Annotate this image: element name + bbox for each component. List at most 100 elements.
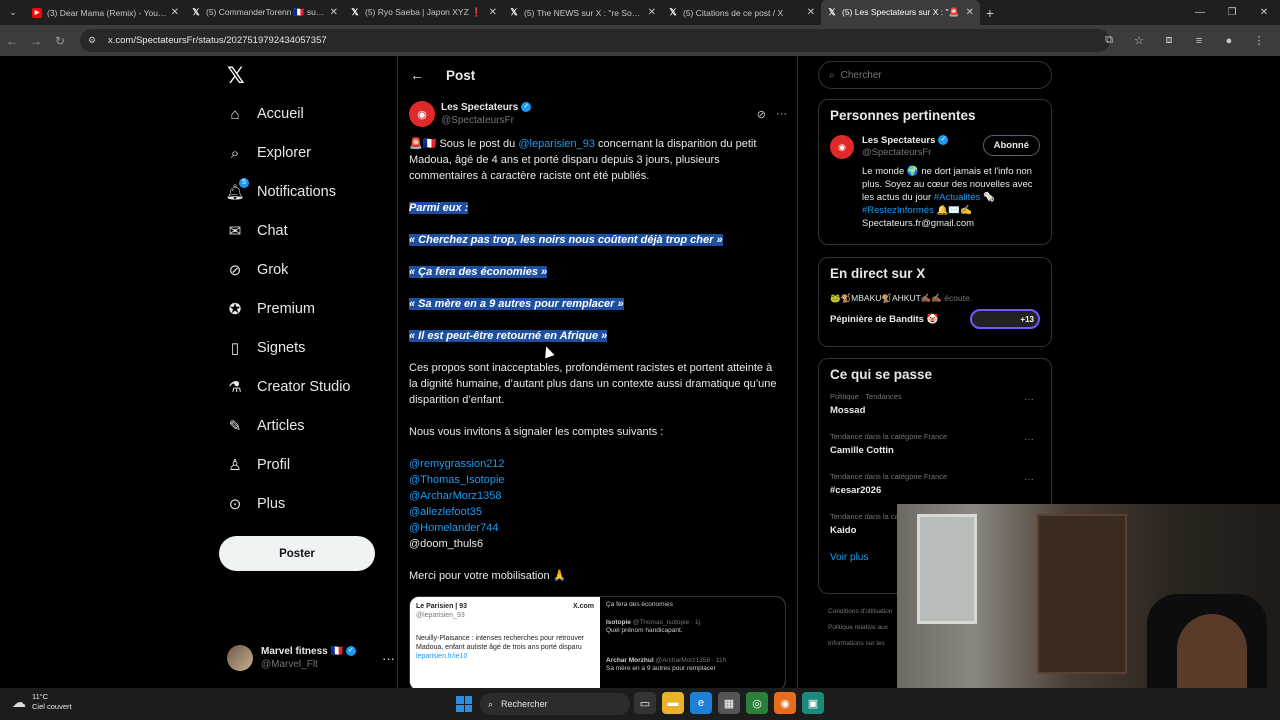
account-link[interactable]: @remygrassion212 [409, 456, 781, 472]
nav-item-premium[interactable]: ✪ Premium [225, 294, 315, 324]
nav-item-chat[interactable]: ✉ Chat [225, 216, 288, 246]
back-arrow-icon[interactable]: ← [410, 67, 424, 83]
embed-name: Archar Morzhul [606, 657, 654, 664]
x-logo-icon[interactable]: 𝕏 [227, 64, 251, 89]
new-tab-button[interactable]: + [980, 5, 1000, 21]
embed-link: leparisien.fr/ie10 [416, 653, 468, 660]
author-handle[interactable]: @SpectateursFr [441, 114, 531, 127]
post-button[interactable]: Poster [219, 536, 375, 571]
premium-icon: ✪ [228, 301, 242, 318]
trend-item[interactable]: Politique · Tendances Mossad ··· [830, 392, 1040, 422]
close-tab-icon[interactable]: ✕ [330, 7, 338, 18]
task-view-icon[interactable]: ▭ [634, 692, 656, 714]
browser-tab[interactable]: 𝕏 (5) Citations de ce post / X ✕ [662, 0, 821, 25]
nav-item-accueil[interactable]: ⌂ Accueil [225, 99, 303, 129]
selected-line: « Sa mère en a 9 autres pour remplacer » [409, 296, 781, 312]
account-link[interactable]: @Thomas_Isotopie [409, 472, 781, 488]
account-link[interactable]: @Homelander744 [409, 520, 781, 536]
x-icon: 𝕏 [669, 7, 677, 17]
account-link[interactable]: @allezlefoot35 [409, 504, 781, 520]
hashtag-link[interactable]: #RestezInformés [862, 205, 934, 216]
trend-item[interactable]: Tendance dans la catégorie France Camille… [830, 432, 1040, 462]
close-tab-icon[interactable]: ✕ [648, 7, 656, 18]
close-tab-icon[interactable]: ✕ [807, 7, 815, 18]
follow-button[interactable]: Abonné [982, 135, 1040, 156]
x-icon: 𝕏 [510, 7, 518, 17]
nav-item-grok[interactable]: ⊘ Grok [225, 255, 289, 285]
person-name[interactable]: Les Spectateurs [862, 135, 935, 146]
more-dots-icon[interactable]: ··· [1024, 434, 1034, 445]
profile-icon[interactable]: ● [1214, 35, 1244, 47]
search-input[interactable]: ⌕ Chercher [818, 61, 1052, 89]
nav-item-creator-studio[interactable]: ⚗ Creator Studio [225, 372, 350, 402]
url-text: x.com/SpectateursFr/status/2027519792434… [108, 35, 327, 46]
browser-tab[interactable]: ▶ (3) Dear Mama (Remix) - YouTube ✕ [26, 0, 185, 25]
app-icon[interactable]: ▣ [802, 692, 824, 714]
browser-tab-active[interactable]: 𝕏 (5) Les Spectateurs sur X : "🚨 ✕ [821, 0, 980, 25]
more-dots-icon[interactable]: ··· [776, 108, 787, 121]
embed-text: Sa mère en a 9 autres pour remplacer [606, 665, 716, 672]
nav-item-explorer[interactable]: ⌕ Explorer [225, 138, 311, 168]
back-icon[interactable]: ← [0, 34, 24, 48]
browser-tab[interactable]: 𝕏 (5) CommanderTorenn 🇫🇷 sur X ✕ [185, 0, 344, 25]
nav-item-profil[interactable]: ♙ Profil [225, 450, 290, 480]
more-dots-icon[interactable]: ··· [1024, 394, 1034, 405]
more-dots-icon[interactable]: ··· [1024, 474, 1034, 485]
more-icon: ⊙ [228, 496, 242, 513]
close-tab-icon[interactable]: ✕ [966, 7, 974, 18]
youtube-icon: ▶ [32, 7, 42, 18]
store-icon[interactable]: ▦ [718, 692, 740, 714]
chrome-icon[interactable]: ◎ [746, 692, 768, 714]
account-link[interactable]: @ArcharMorz1358 [409, 488, 781, 504]
trend-item[interactable]: Tendance dans la catégorie France #cesar2… [830, 472, 1040, 502]
nav-item-plus[interactable]: ⊙ Plus [225, 489, 286, 519]
live-space[interactable]: Pépinière de Bandits 🤡 +13 [830, 309, 1040, 329]
taskbar-search-label: Rechercher [501, 699, 548, 709]
weather-widget[interactable]: ☁ 11°C Ciel couvert [12, 692, 72, 712]
media-icon[interactable]: ≡ [1184, 35, 1214, 47]
address-bar[interactable]: ⚙ x.com/SpectateursFr/status/20275197924… [80, 29, 1110, 52]
nav-item-articles[interactable]: ✎ Articles [225, 411, 305, 441]
hashtag-link[interactable]: #Actualités [934, 192, 980, 203]
mention-link[interactable]: @leparisien_93 [518, 138, 595, 150]
close-tab-icon[interactable]: ✕ [489, 7, 497, 18]
browser-tab[interactable]: 𝕏 (5) Ryo Saeba | Japon XYZ ❗ ✕ [344, 0, 503, 25]
firefox-icon[interactable]: ◉ [774, 692, 796, 714]
person-avatar[interactable]: ◉ [830, 135, 854, 159]
close-tab-icon[interactable]: ✕ [171, 7, 179, 18]
taskbar-search[interactable]: ⌕ Rechercher [480, 693, 630, 715]
file-explorer-icon[interactable]: ▬ [662, 692, 684, 714]
nav-item-signets[interactable]: ▯ Signets [225, 333, 306, 363]
menu-icon[interactable]: ⋮ [1244, 34, 1274, 47]
bell-icon: 🔔︎ 5 [225, 178, 249, 202]
minimize-icon[interactable]: — [1184, 0, 1216, 25]
footer-link[interactable]: Politique relative aux [828, 620, 892, 636]
start-button-icon[interactable] [456, 696, 472, 712]
footer-link[interactable]: Conditions d'utilisation [828, 604, 892, 620]
close-window-icon[interactable]: ✕ [1248, 0, 1280, 25]
install-icon[interactable]: ⧉ [1094, 34, 1124, 47]
bookmark-star-icon[interactable]: ☆ [1124, 34, 1154, 47]
trend-name: Mossad [830, 405, 866, 416]
edge-icon[interactable]: e [690, 692, 712, 714]
extensions-icon[interactable]: ⧈ [1154, 34, 1184, 47]
verified-icon: ✓ [345, 646, 356, 657]
tab-title: (5) Ryo Saeba | Japon XYZ ❗ [365, 7, 482, 17]
nav-item-notifications[interactable]: 🔔︎ 5 Notifications [225, 177, 336, 207]
maximize-icon[interactable]: ❐ [1216, 0, 1248, 25]
site-info-icon[interactable]: ⚙ [88, 35, 100, 46]
grok-icon[interactable]: ⊘ [757, 108, 766, 121]
footer-link[interactable]: Informations sur les [828, 636, 892, 652]
forward-icon[interactable]: → [24, 34, 48, 48]
reload-icon[interactable]: ↻ [48, 34, 72, 48]
author-name[interactable]: Les Spectateurs [441, 102, 518, 113]
author-avatar[interactable]: ◉ [409, 101, 435, 127]
tab-search-icon[interactable]: ⌄ [0, 0, 26, 25]
account-switcher[interactable]: Marvel fitness 🇫🇷 ✓ @Marvel_Flt ··· [227, 641, 395, 675]
weather-temp: 11°C [32, 692, 49, 701]
nav-label: Grok [257, 262, 289, 278]
browser-tab[interactable]: 𝕏 (5) The NEWS sur X : "re Son pè ✕ [503, 0, 662, 25]
post-image[interactable]: Le Parisien | 93 X.com @leparisien_93 Neu… [409, 596, 786, 688]
bio-text: 🗞️ [980, 192, 995, 203]
more-dots-icon[interactable]: ··· [382, 651, 395, 666]
